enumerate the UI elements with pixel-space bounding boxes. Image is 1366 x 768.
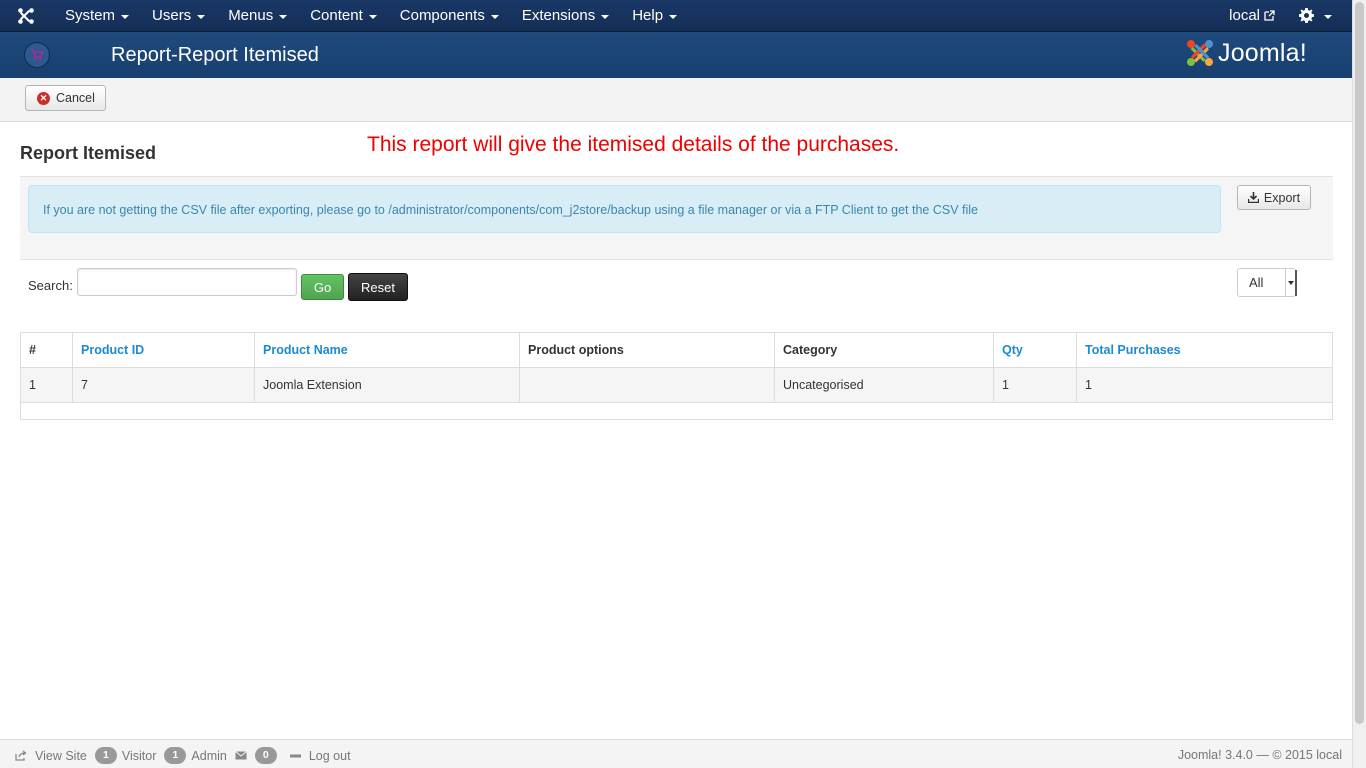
menu-components[interactable]: Components <box>387 0 509 32</box>
visitors-status: 1 Visitor <box>94 747 157 764</box>
cancel-label: Cancel <box>56 91 95 105</box>
table-row: 1 7 Joomla Extension Uncategorised 1 1 <box>20 367 1333 403</box>
top-navbar: System Users Menus Content Components Ex… <box>0 0 1352 32</box>
cell-number: 1 <box>20 367 73 403</box>
menu-users[interactable]: Users <box>139 0 215 32</box>
column-header-qty[interactable]: Qty <box>993 332 1077 368</box>
csv-info-alert: If you are not getting the CSV file afte… <box>28 185 1221 233</box>
list-limit-value: All <box>1249 275 1264 290</box>
navbar-right: local <box>1215 0 1352 32</box>
search-label: Search: <box>28 278 73 293</box>
page-scrollbar[interactable] <box>1352 0 1366 768</box>
caret-down-icon <box>669 14 678 19</box>
caret-down-icon <box>197 14 206 19</box>
report-description: This report will give the itemised detai… <box>367 133 900 156</box>
menu-content-label: Content <box>310 7 363 24</box>
search-input[interactable] <box>77 268 297 296</box>
menu-system-label: System <box>65 7 116 24</box>
admins-status: 1 Admin <box>164 747 227 764</box>
menu-menus[interactable]: Menus <box>215 0 297 32</box>
version-info: Joomla! 3.4.0 — © 2015 local <box>1177 748 1342 762</box>
export-panel: If you are not getting the CSV file afte… <box>20 176 1333 260</box>
caret-down-icon <box>490 14 499 19</box>
scrollbar-thumb[interactable] <box>1355 2 1364 724</box>
list-limit-select[interactable]: All <box>1237 268 1297 297</box>
report-table: # Product ID Product Name Product option… <box>20 332 1333 420</box>
caret-down-icon <box>279 14 288 19</box>
external-link-icon <box>1264 10 1275 21</box>
message-count-badge: 0 <box>254 747 277 764</box>
table-footer-cell <box>20 402 1333 420</box>
menu-extensions[interactable]: Extensions <box>509 0 619 32</box>
column-header-number: # <box>20 332 73 368</box>
select-edge <box>1295 270 1297 296</box>
menu-system[interactable]: System <box>52 0 139 32</box>
column-header-product-name[interactable]: Product Name <box>254 332 520 368</box>
column-header-product-id[interactable]: Product ID <box>72 332 255 368</box>
table-header-row: # Product ID Product Name Product option… <box>20 332 1333 368</box>
menu-extensions-label: Extensions <box>521 7 596 24</box>
cell-product-options <box>519 367 775 403</box>
download-icon <box>1247 192 1259 203</box>
main-menu: System Users Menus Content Components Ex… <box>52 0 687 32</box>
cell-product-name: Joomla Extension <box>254 367 520 403</box>
go-button[interactable]: Go <box>301 274 344 300</box>
view-site-status-link[interactable]: View Site <box>15 749 87 763</box>
visitor-count-badge: 1 <box>94 747 117 764</box>
menu-help-label: Help <box>632 7 664 24</box>
cell-product-id: 7 <box>72 367 255 403</box>
minus-icon <box>289 754 301 757</box>
caret-down-icon <box>601 14 610 19</box>
caret-down-icon <box>1324 14 1332 19</box>
logout-label: Log out <box>308 748 351 763</box>
joomla-logo-icon <box>1187 40 1213 66</box>
messages-status[interactable]: 0 <box>235 747 282 764</box>
export-button[interactable]: Export <box>1237 185 1311 210</box>
report-heading: Report Itemised <box>20 143 157 163</box>
toolbar: ✕ Cancel <box>0 78 1352 122</box>
view-site-link[interactable]: local <box>1215 7 1289 24</box>
logout-link[interactable]: Log out <box>289 748 351 763</box>
admin-count-badge: 1 <box>164 747 187 764</box>
reset-button[interactable]: Reset <box>348 273 408 301</box>
table-footer-row <box>20 402 1333 420</box>
column-header-product-options: Product options <box>519 332 775 368</box>
menu-help[interactable]: Help <box>619 0 687 32</box>
cancel-icon: ✕ <box>37 91 50 105</box>
envelope-icon <box>235 751 247 760</box>
menu-content[interactable]: Content <box>297 0 387 32</box>
menu-components-label: Components <box>399 7 485 24</box>
visitor-label: Visitor <box>121 748 157 763</box>
chevron-down-icon <box>1285 269 1295 296</box>
status-bar-left: View Site 1 Visitor 1 Admin 0 Log out <box>15 747 359 764</box>
menu-menus-label: Menus <box>228 7 274 24</box>
joomla-logo: Joomla! <box>1185 38 1307 68</box>
cancel-button[interactable]: ✕ Cancel <box>25 85 106 111</box>
user-settings-menu[interactable] <box>1289 8 1352 23</box>
caret-down-icon <box>121 14 130 19</box>
caret-down-icon <box>368 14 377 19</box>
status-bar: View Site 1 Visitor 1 Admin 0 Log out Jo… <box>0 739 1352 768</box>
joomla-brand-text: Joomla! <box>1218 38 1307 67</box>
page-title: Report-Report Itemised <box>111 44 319 66</box>
site-link-label: local <box>1229 7 1260 24</box>
share-icon <box>15 750 27 761</box>
gear-icon <box>1299 8 1314 23</box>
cell-qty: 1 <box>993 367 1077 403</box>
column-header-category: Category <box>774 332 994 368</box>
cell-total-purchases: 1 <box>1076 367 1333 403</box>
joomla-menu-icon[interactable] <box>0 0 52 32</box>
view-site-label: View Site <box>35 748 87 763</box>
admin-label: Admin <box>191 748 227 763</box>
export-label: Export <box>1263 190 1301 205</box>
page-header: Report-Report Itemised Joomla! <box>0 32 1352 78</box>
column-header-total-purchases[interactable]: Total Purchases <box>1076 332 1333 368</box>
cell-category: Uncategorised <box>774 367 994 403</box>
menu-users-label: Users <box>152 7 192 24</box>
component-icon <box>24 42 50 68</box>
